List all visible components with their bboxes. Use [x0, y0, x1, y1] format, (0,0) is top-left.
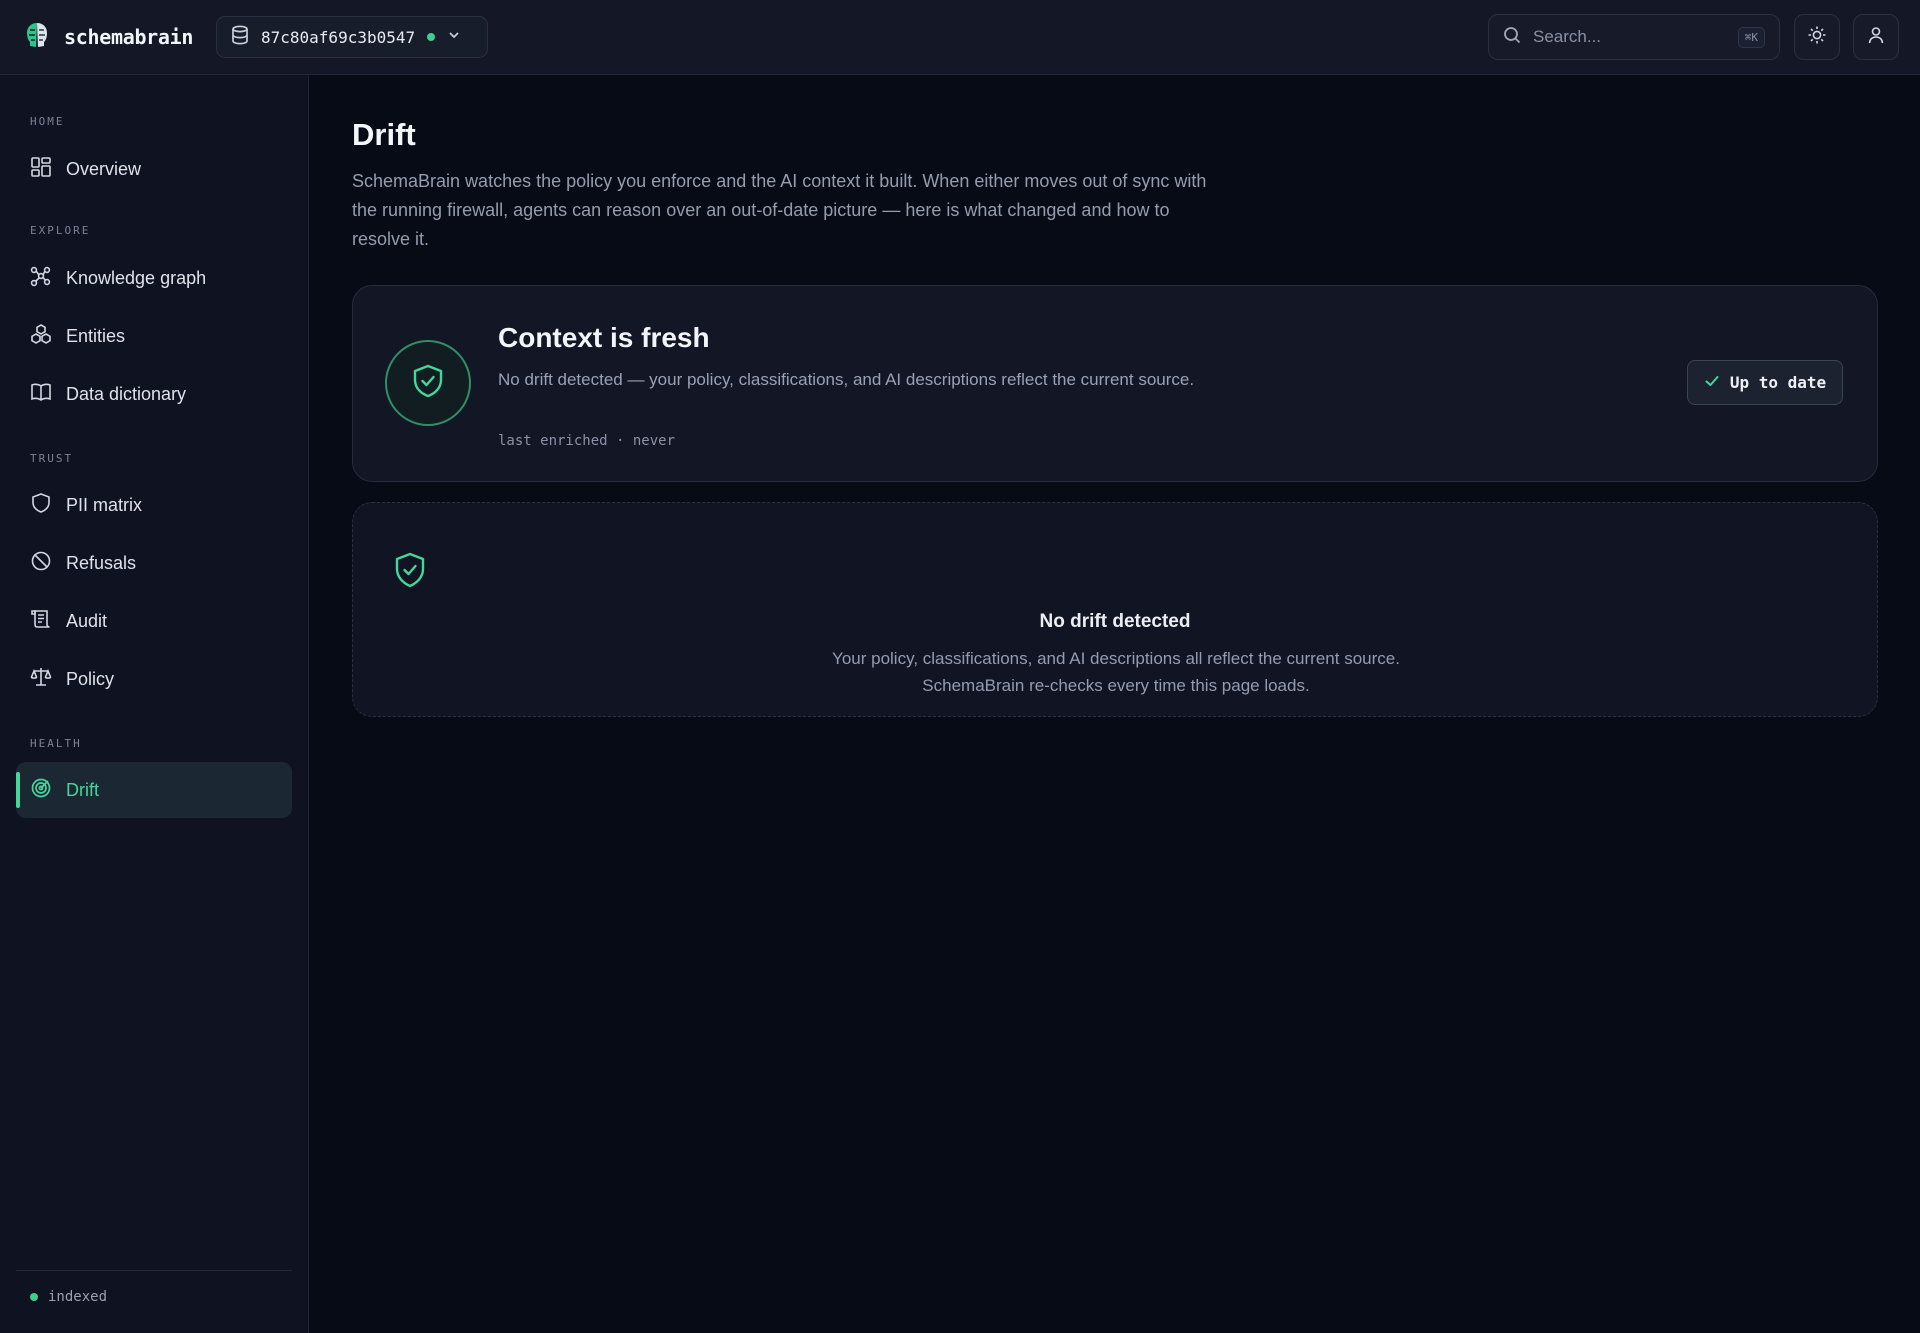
status-ring — [385, 340, 471, 426]
graph-icon — [30, 265, 52, 292]
brain-logo-icon — [24, 21, 50, 54]
section-label-home: HOME — [30, 115, 65, 128]
sidebar-item-audit[interactable]: Audit — [16, 593, 292, 649]
app-name: schemabrain — [64, 25, 194, 49]
search-input[interactable]: Search... — [1533, 27, 1726, 47]
database-selector[interactable]: 87c80af69c3b0547 — [216, 16, 488, 58]
shield-icon — [30, 492, 52, 519]
up-to-date-badge: Up to date — [1687, 360, 1843, 405]
shield-check-icon — [393, 551, 427, 594]
book-icon — [30, 381, 52, 408]
page-title: Drift — [352, 117, 416, 152]
sidebar-item-label: Audit — [66, 610, 108, 631]
chevron-down-icon — [447, 28, 461, 47]
user-icon — [1866, 25, 1886, 50]
index-status-label: indexed — [48, 1289, 108, 1305]
sidebar-item-policy[interactable]: Policy — [16, 651, 292, 707]
scale-icon — [30, 666, 52, 693]
sidebar-item-entities[interactable]: Entities — [16, 308, 292, 364]
drift-empty-state: No drift detected Your policy, classific… — [352, 502, 1878, 717]
theme-toggle-button[interactable] — [1794, 14, 1840, 60]
empty-state-title: No drift detected — [1039, 611, 1191, 632]
sidebar-item-label: Data dictionary — [66, 383, 187, 404]
section-label-explore: EXPLORE — [30, 224, 91, 237]
index-status-dot — [30, 1293, 38, 1301]
search-box[interactable]: Search... ⌘K — [1488, 14, 1780, 60]
index-status: indexed — [16, 1270, 292, 1305]
sidebar-item-label: Entities — [66, 325, 126, 346]
sidebar-item-label: Drift — [66, 779, 99, 800]
sidebar-item-drift[interactable]: Drift — [16, 762, 292, 818]
brand[interactable]: schemabrain — [24, 22, 193, 52]
sidebar-item-overview[interactable]: Overview — [16, 141, 292, 197]
search-icon — [1503, 26, 1521, 49]
connection-status-dot — [427, 33, 436, 41]
ban-icon — [30, 550, 52, 577]
page-description: SchemaBrain watches the policy you enfor… — [352, 171, 1207, 249]
section-label-trust: TRUST — [30, 452, 74, 465]
check-icon — [1704, 373, 1720, 393]
badge-label: Up to date — [1729, 373, 1827, 392]
radar-icon — [30, 777, 52, 804]
sidebar-item-label: Refusals — [66, 552, 137, 573]
last-enriched: last enriched · never — [498, 433, 676, 449]
sidebar-item-label: PII matrix — [66, 494, 143, 515]
sidebar-item-data-dictionary[interactable]: Data dictionary — [16, 366, 292, 422]
sidebar: HOME Overview EXPLORE Knowledge graph En… — [0, 75, 309, 1333]
status-title: Context is fresh — [498, 322, 710, 353]
entities-icon — [30, 323, 52, 350]
scroll-icon — [30, 608, 52, 635]
database-name: 87c80af69c3b0547 — [261, 27, 416, 47]
grid-icon — [30, 156, 52, 183]
top-bar: schemabrain 87c80af69c3b0547 Search... ⌘… — [0, 0, 1920, 75]
database-icon — [231, 25, 249, 50]
context-status-card: Context is fresh No drift detected — you… — [352, 285, 1878, 482]
sun-icon — [1807, 25, 1827, 50]
sidebar-item-label: Policy — [66, 668, 115, 689]
section-label-health: HEALTH — [30, 737, 82, 750]
status-description: No drift detected — your policy, classif… — [498, 370, 1195, 389]
sidebar-item-label: Knowledge graph — [66, 267, 207, 288]
empty-state-description: Your policy, classifications, and AI des… — [832, 649, 1400, 695]
sidebar-item-pii-matrix[interactable]: PII matrix — [16, 477, 292, 533]
shield-check-icon — [411, 363, 445, 404]
user-menu-button[interactable] — [1853, 14, 1899, 60]
sidebar-item-knowledge-graph[interactable]: Knowledge graph — [16, 250, 292, 306]
sidebar-item-label: Overview — [66, 158, 142, 179]
sidebar-item-refusals[interactable]: Refusals — [16, 535, 292, 591]
search-shortcut: ⌘K — [1737, 26, 1765, 48]
